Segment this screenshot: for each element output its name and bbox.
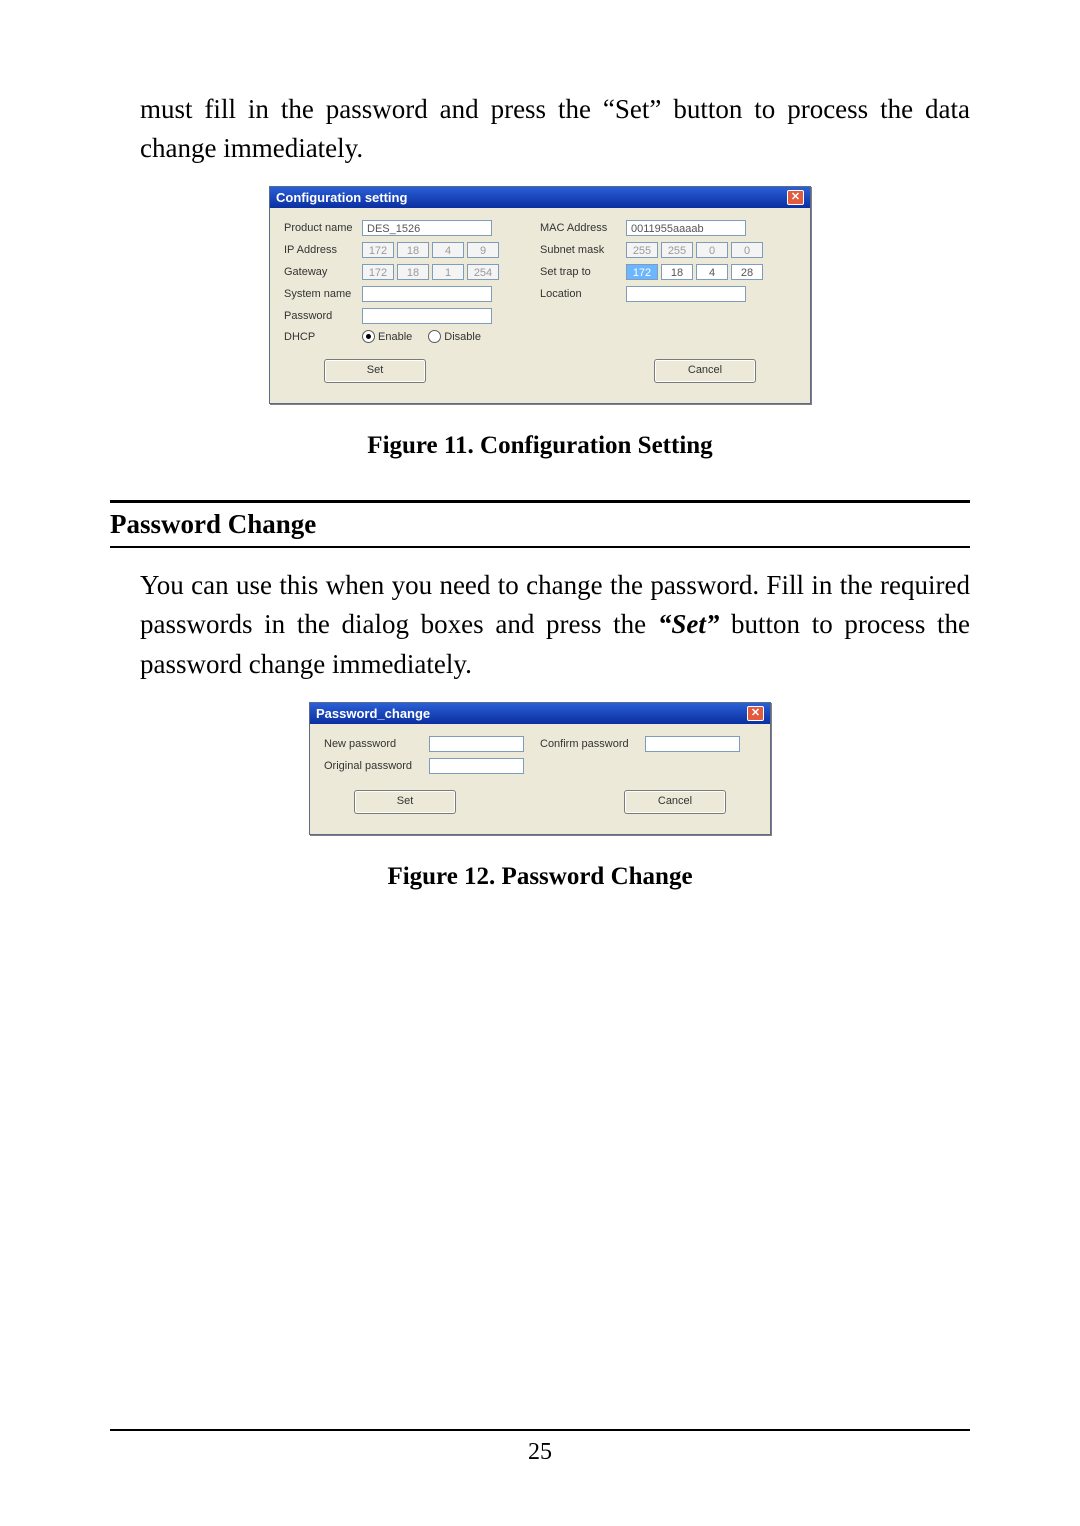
original-password-field[interactable] <box>429 758 524 774</box>
password-change-heading: Password Change <box>110 509 970 540</box>
ip-address-field[interactable]: 172 18 4 9 <box>362 242 499 258</box>
mac-address-label: MAC Address <box>540 222 626 234</box>
close-icon[interactable]: ✕ <box>787 190 804 205</box>
section-rule-bottom <box>110 546 970 548</box>
set-trap-label: Set trap to <box>540 266 626 278</box>
password-change-paragraph: You can use this when you need to change… <box>110 566 970 683</box>
set-trap-field[interactable]: 172 18 4 28 <box>626 264 763 280</box>
product-name-label: Product name <box>284 222 362 234</box>
cancel-button[interactable]: Cancel <box>654 359 756 383</box>
dhcp-disable-radio[interactable]: Disable <box>428 330 481 343</box>
dhcp-disable-text: Disable <box>444 331 481 343</box>
page-number: 25 <box>528 1439 552 1465</box>
radio-icon <box>428 330 441 343</box>
footer-rule <box>110 1429 970 1431</box>
section-rule-top <box>110 500 970 503</box>
configuration-dialog: Configuration setting ✕ Product name DES… <box>269 186 811 404</box>
password-change-title-text: Password_change <box>316 706 430 721</box>
mac-address-field[interactable]: 0011955aaaab <box>626 220 746 236</box>
configuration-title-text: Configuration setting <box>276 190 407 205</box>
gateway-field[interactable]: 172 18 1 254 <box>362 264 499 280</box>
dhcp-enable-radio[interactable]: Enable <box>362 330 412 343</box>
figure-11-caption: Figure 11. Configuration Setting <box>110 432 970 460</box>
set-button[interactable]: Set <box>324 359 426 383</box>
figure-12-caption: Figure 12. Password Change <box>110 863 970 891</box>
dhcp-enable-text: Enable <box>378 331 412 343</box>
original-password-label: Original password <box>324 760 429 772</box>
password-label: Password <box>284 310 362 322</box>
new-password-field[interactable] <box>429 736 524 752</box>
configuration-titlebar[interactable]: Configuration setting ✕ <box>270 187 810 208</box>
subnet-mask-field[interactable]: 255 255 0 0 <box>626 242 763 258</box>
password-change-dialog: Password_change ✕ New password Original … <box>309 702 771 835</box>
new-password-label: New password <box>324 738 429 750</box>
gateway-label: Gateway <box>284 266 362 278</box>
radio-icon <box>362 330 375 343</box>
confirm-password-label: Confirm password <box>540 738 645 750</box>
page-footer: 25 <box>0 1429 1080 1466</box>
password-field[interactable] <box>362 308 492 324</box>
dhcp-label: DHCP <box>284 331 362 343</box>
ip-address-label: IP Address <box>284 244 362 256</box>
system-name-label: System name <box>284 288 362 300</box>
product-name-field[interactable]: DES_1526 <box>362 220 492 236</box>
cancel-button[interactable]: Cancel <box>624 790 726 814</box>
dhcp-radio-group: Enable Disable <box>362 330 481 343</box>
location-label: Location <box>540 288 626 300</box>
password-change-titlebar[interactable]: Password_change ✕ <box>310 703 770 724</box>
close-icon[interactable]: ✕ <box>747 706 764 721</box>
intro-paragraph: must fill in the password and press the … <box>110 90 970 168</box>
set-button[interactable]: Set <box>354 790 456 814</box>
location-field[interactable] <box>626 286 746 302</box>
confirm-password-field[interactable] <box>645 736 740 752</box>
system-name-field[interactable] <box>362 286 492 302</box>
subnet-mask-label: Subnet mask <box>540 244 626 256</box>
